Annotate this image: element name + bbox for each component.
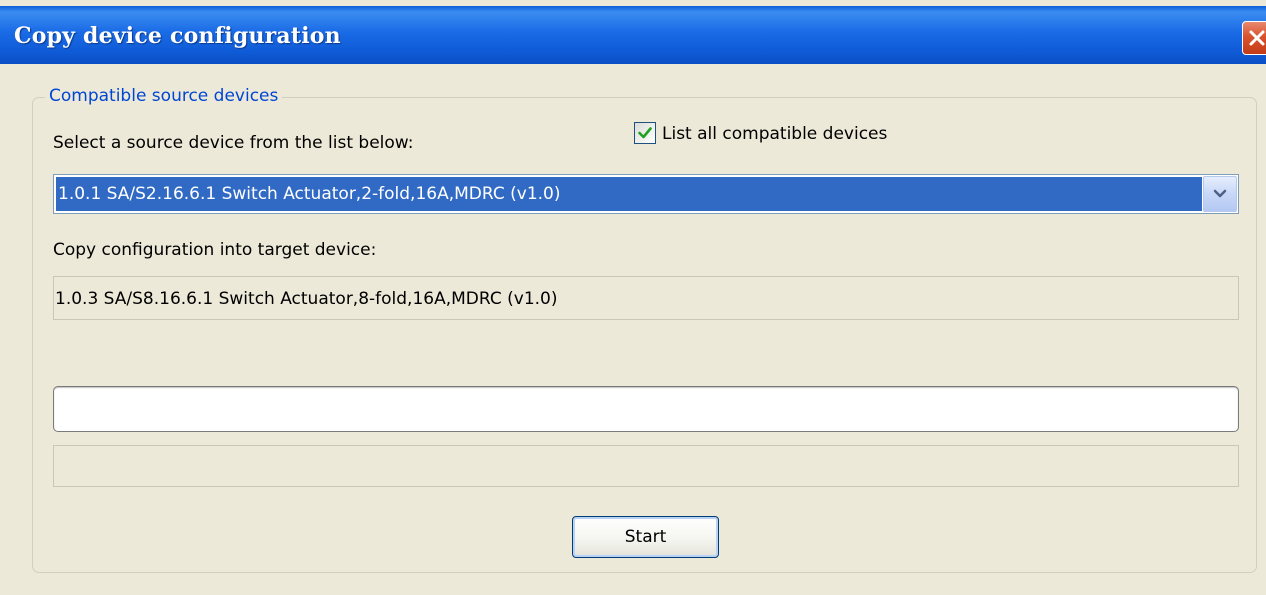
list-all-compatible-checkbox[interactable]: [634, 122, 656, 144]
target-device-field: 1.0.3 SA/S8.16.6.1 Switch Actuator,8-fol…: [53, 276, 1239, 320]
group-legend: Compatible source devices: [45, 86, 283, 106]
window-title: Copy device configuration: [14, 23, 341, 49]
target-device-label: Copy configuration into target device:: [53, 240, 377, 260]
title-bar[interactable]: Copy device configuration: [0, 6, 1266, 64]
select-source-label: Select a source device from the list bel…: [53, 133, 414, 153]
source-device-selected[interactable]: 1.0.1 SA/S2.16.6.1 Switch Actuator,2-fol…: [56, 177, 1202, 211]
list-all-compatible-label[interactable]: List all compatible devices: [662, 124, 887, 144]
source-device-dropdown-button[interactable]: [1203, 176, 1237, 212]
source-device-combobox[interactable]: 1.0.1 SA/S2.16.6.1 Switch Actuator,2-fol…: [53, 174, 1239, 214]
close-button[interactable]: [1242, 21, 1266, 55]
progress-bar: [53, 445, 1239, 487]
compatible-source-devices-group: [32, 97, 1257, 573]
start-button[interactable]: Start: [572, 516, 719, 558]
status-field: [53, 386, 1239, 432]
copy-device-configuration-dialog: Copy device configuration Compatible sou…: [0, 0, 1266, 595]
